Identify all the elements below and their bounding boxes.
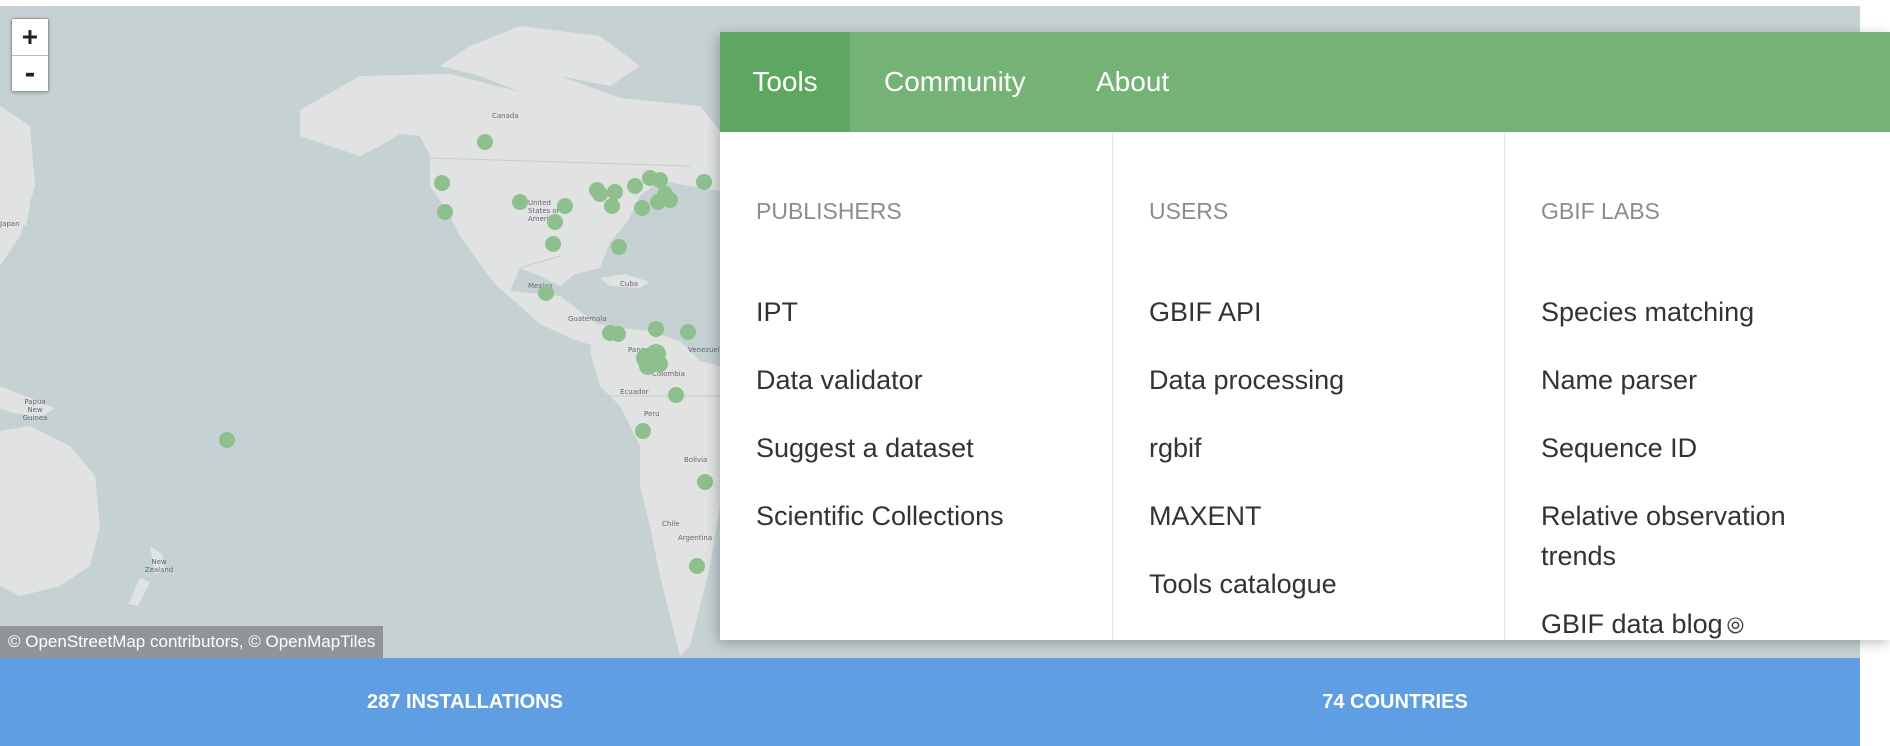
- column-users: USERS GBIF API Data processing rgbif MAX…: [1112, 132, 1505, 640]
- menu-item-data-validator[interactable]: Data validator: [756, 360, 1076, 400]
- main-nav-bar: Tools Community About: [720, 32, 1890, 132]
- column-heading-publishers: PUBLISHERS: [756, 198, 902, 224]
- installation-marker[interactable]: [477, 134, 493, 150]
- zoom-out-button[interactable]: -: [12, 55, 48, 91]
- menu-item-ipt[interactable]: IPT: [756, 292, 1076, 332]
- menu-item-rgbif[interactable]: rgbif: [1149, 428, 1469, 468]
- column-heading-gbif-labs: GBIF LABS: [1541, 198, 1660, 224]
- menu-item-suggest-dataset[interactable]: Suggest a dataset: [756, 428, 1076, 468]
- installation-marker[interactable]: [219, 432, 235, 448]
- stats-bar: 287 INSTALLATIONS 74 COUNTRIES: [0, 658, 1860, 746]
- menu-item-maxent[interactable]: MAXENT: [1149, 496, 1469, 536]
- column-publishers: PUBLISHERS IPT Data validator Suggest a …: [720, 132, 1112, 640]
- menu-item-species-matching[interactable]: Species matching: [1541, 292, 1861, 332]
- installation-marker[interactable]: [652, 172, 668, 188]
- menu-item-gbif-api[interactable]: GBIF API: [1149, 292, 1469, 332]
- zoom-control: + -: [11, 18, 49, 92]
- installation-marker[interactable]: [437, 204, 453, 220]
- installation-marker[interactable]: [611, 239, 627, 255]
- installation-marker[interactable]: [604, 198, 620, 214]
- installation-marker[interactable]: [607, 184, 623, 200]
- menu-item-data-processing[interactable]: Data processing: [1149, 360, 1469, 400]
- tab-tools[interactable]: Tools: [720, 32, 850, 132]
- installation-marker[interactable]: [545, 236, 561, 252]
- menu-item-name-parser[interactable]: Name parser: [1541, 360, 1861, 400]
- column-heading-users: USERS: [1149, 198, 1229, 224]
- installation-marker[interactable]: [557, 198, 573, 214]
- menu-item-relative-observation-trends[interactable]: Relative observation trends: [1541, 496, 1831, 576]
- installation-marker[interactable]: [512, 194, 528, 210]
- installation-marker[interactable]: [627, 178, 643, 194]
- menu-item-gbif-data-blog[interactable]: GBIF data blog ⦾: [1541, 604, 1861, 646]
- installation-marker[interactable]: [538, 285, 554, 301]
- tools-dropdown-menu: Tools Community About PUBLISHERS IPT Dat…: [720, 32, 1890, 640]
- menu-item-gbif-data-blog-label: GBIF data blog: [1541, 609, 1723, 639]
- installation-marker[interactable]: [689, 558, 705, 574]
- installation-marker[interactable]: [650, 194, 666, 210]
- column-gbif-labs: GBIF LABS Species matching Name parser S…: [1504, 132, 1890, 640]
- installation-marker[interactable]: [635, 423, 651, 439]
- menu-item-sequence-id[interactable]: Sequence ID: [1541, 428, 1861, 468]
- link-icon: ⦾: [1726, 613, 1745, 638]
- installation-marker[interactable]: [668, 387, 684, 403]
- tab-community[interactable]: Community: [884, 32, 1026, 132]
- installation-marker[interactable]: [434, 175, 450, 191]
- tab-about[interactable]: About: [1096, 32, 1169, 132]
- zoom-in-button[interactable]: +: [12, 19, 48, 55]
- installation-marker[interactable]: [547, 214, 563, 230]
- installations-count: 287 INSTALLATIONS: [367, 691, 563, 713]
- installation-marker[interactable]: [680, 324, 696, 340]
- map-attribution: © OpenStreetMap contributors, © OpenMapT…: [0, 626, 384, 658]
- installation-marker[interactable]: [610, 326, 626, 342]
- menu-item-scientific-collections[interactable]: Scientific Collections: [756, 496, 1076, 536]
- installation-marker[interactable]: [696, 174, 712, 190]
- installation-marker[interactable]: [592, 186, 608, 202]
- countries-count: 74 COUNTRIES: [1322, 691, 1468, 713]
- installation-marker[interactable]: [648, 321, 664, 337]
- installation-marker[interactable]: [634, 200, 650, 216]
- installation-marker[interactable]: [652, 356, 668, 372]
- installation-marker[interactable]: [697, 474, 713, 490]
- menu-item-tools-catalogue[interactable]: Tools catalogue: [1149, 564, 1469, 604]
